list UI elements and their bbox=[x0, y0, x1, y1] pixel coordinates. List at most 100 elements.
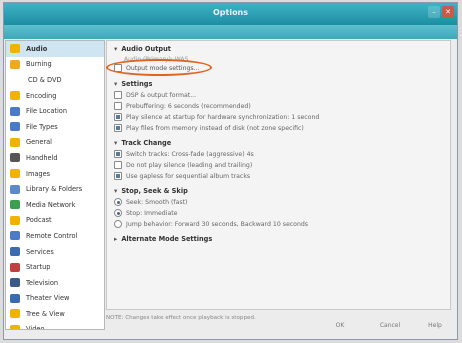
sidebar-item-label: File Location bbox=[26, 107, 68, 116]
section-track-change-label: Track Change bbox=[121, 139, 172, 147]
output-mode-settings-label: Output mode settings... bbox=[126, 64, 200, 72]
option-radio[interactable] bbox=[114, 220, 122, 228]
section-alternate-mode[interactable]: ▸ Alternate Mode Settings bbox=[114, 235, 212, 243]
option-checkbox[interactable] bbox=[114, 102, 122, 110]
startup-icon bbox=[10, 262, 20, 272]
collapse-triangle-icon: ▾ bbox=[114, 45, 118, 53]
option-checkbox[interactable] bbox=[114, 124, 122, 132]
title-bar[interactable]: Options – ✕ bbox=[4, 3, 457, 25]
option-radio[interactable] bbox=[114, 198, 122, 206]
sidebar-item-label: Theater View bbox=[26, 294, 70, 303]
expand-triangle-icon: ▸ bbox=[114, 235, 118, 243]
option-checkbox[interactable] bbox=[114, 172, 122, 180]
option-row[interactable]: Use gapless for sequential album tracks bbox=[114, 172, 250, 180]
option-row[interactable]: Switch tracks: Cross-fade (aggressive) 4… bbox=[114, 150, 254, 158]
sidebar-item-services[interactable]: Services bbox=[6, 244, 104, 260]
sidebar-item-video[interactable]: Video bbox=[6, 322, 104, 329]
sidebar-item-label: Encoding bbox=[26, 91, 57, 100]
sidebar-item-label: Images bbox=[26, 169, 51, 178]
sidebar-item-label: File Types bbox=[26, 122, 58, 131]
collapse-triangle-icon: ▾ bbox=[114, 139, 118, 147]
option-checkbox[interactable] bbox=[114, 91, 122, 99]
option-radio[interactable] bbox=[114, 209, 122, 217]
sidebar-item-images[interactable]: Images bbox=[6, 166, 104, 182]
sidebar-item-remote-control[interactable]: Remote Control bbox=[6, 228, 104, 244]
sidebar-item-label: Startup bbox=[26, 263, 51, 272]
sidebar-item-media-network[interactable]: Media Network bbox=[6, 197, 104, 213]
television-icon bbox=[10, 278, 20, 288]
option-label: Stop: Immediate bbox=[126, 209, 178, 217]
sidebar-item-handheld[interactable]: Handheld bbox=[6, 150, 104, 166]
options-subbar bbox=[4, 25, 457, 39]
sidebar-item-audio[interactable]: Audio bbox=[6, 41, 104, 57]
option-row[interactable]: Play files from memory instead of disk (… bbox=[114, 124, 304, 132]
sidebar-item-label: Podcast bbox=[26, 216, 52, 225]
close-icon[interactable]: ✕ bbox=[442, 6, 454, 18]
option-checkbox[interactable] bbox=[114, 150, 122, 158]
video-icon bbox=[10, 324, 20, 329]
images-icon bbox=[10, 169, 20, 179]
sidebar-item-cd-dvd[interactable]: CD & DVD bbox=[6, 72, 104, 88]
window-title: Options bbox=[212, 8, 249, 17]
general-icon bbox=[10, 137, 20, 147]
sidebar-item-label: Services bbox=[26, 247, 54, 256]
option-row[interactable]: Seek: Smooth (fast) bbox=[114, 198, 187, 206]
option-checkbox[interactable] bbox=[114, 113, 122, 121]
section-audio-output-label: Audio Output bbox=[121, 45, 171, 53]
sidebar-item-label: Library & Folders bbox=[26, 185, 83, 194]
option-row[interactable]: Do not play silence (leading and trailin… bbox=[114, 161, 252, 169]
cancel-button[interactable]: Cancel bbox=[375, 320, 405, 332]
sidebar-item-label: Tree & View bbox=[26, 309, 65, 318]
media-network-icon bbox=[10, 200, 20, 210]
section-audio-output[interactable]: ▾ Audio Output bbox=[114, 45, 171, 53]
sidebar-item-burning[interactable]: Burning bbox=[6, 57, 104, 73]
option-row[interactable]: Stop: Immediate bbox=[114, 209, 177, 217]
sidebar-item-label: Television bbox=[26, 278, 59, 287]
sidebar-item-startup[interactable]: Startup bbox=[6, 259, 104, 275]
option-row[interactable]: Jump behavior: Forward 30 seconds, Backw… bbox=[114, 220, 308, 228]
ok-button[interactable]: OK bbox=[330, 320, 350, 332]
options-category-list[interactable]: Audio Burning CD & DVD Encoding File Locatio… bbox=[5, 40, 105, 330]
sidebar-item-label: Media Network bbox=[26, 200, 76, 209]
section-settings-label: Settings bbox=[121, 80, 153, 88]
library-folders-icon bbox=[10, 184, 20, 194]
help-button[interactable]: Help bbox=[425, 320, 445, 332]
minimize-icon[interactable]: – bbox=[428, 6, 440, 18]
sidebar-item-label: General bbox=[26, 138, 52, 147]
option-label: DSP & output format... bbox=[126, 91, 197, 99]
sidebar-item-file-location[interactable]: File Location bbox=[6, 103, 104, 119]
option-label: Use gapless for sequential album tracks bbox=[126, 172, 251, 180]
sidebar-item-encoding[interactable]: Encoding bbox=[6, 88, 104, 104]
sidebar-item-file-types[interactable]: File Types bbox=[6, 119, 104, 135]
option-row[interactable]: Play silence at startup for hardware syn… bbox=[114, 113, 319, 121]
sidebar-item-label: Audio bbox=[26, 44, 48, 53]
option-row[interactable]: Prebuffering: 6 seconds (recommended) bbox=[114, 102, 251, 110]
burning-icon bbox=[10, 59, 20, 69]
tree-view-icon bbox=[10, 309, 20, 319]
audio-device-label: Audio (Primary): WAS bbox=[124, 56, 189, 63]
sidebar-item-label: Remote Control bbox=[26, 231, 78, 240]
section-track-change[interactable]: ▾ Track Change bbox=[114, 139, 171, 147]
window-controls: – ✕ bbox=[428, 6, 454, 18]
option-checkbox[interactable] bbox=[114, 161, 122, 169]
sidebar-item-label: Burning bbox=[26, 60, 52, 69]
output-mode-checkbox[interactable] bbox=[114, 64, 122, 72]
section-alternate-mode-label: Alternate Mode Settings bbox=[121, 235, 213, 243]
podcast-icon bbox=[10, 215, 20, 225]
remote-control-icon bbox=[10, 231, 20, 241]
section-stop-seek-skip[interactable]: ▾ Stop, Seek & Skip bbox=[114, 187, 188, 195]
option-row[interactable]: DSP & output format... bbox=[114, 91, 196, 99]
output-mode-settings-row[interactable]: Output mode settings... bbox=[114, 64, 200, 72]
file-types-icon bbox=[10, 122, 20, 132]
sidebar-item-tree-view[interactable]: Tree & View bbox=[6, 306, 104, 322]
sidebar-item-general[interactable]: General bbox=[6, 135, 104, 151]
option-label: Play silence at startup for hardware syn… bbox=[126, 113, 320, 121]
services-icon bbox=[10, 247, 20, 257]
sidebar-item-theater-view[interactable]: Theater View bbox=[6, 291, 104, 307]
sidebar-item-television[interactable]: Television bbox=[6, 275, 104, 291]
sidebar-item-library-folders[interactable]: Library & Folders bbox=[6, 181, 104, 197]
section-settings[interactable]: ▾ Settings bbox=[114, 80, 152, 88]
collapse-triangle-icon: ▾ bbox=[114, 187, 118, 195]
option-label: Play files from memory instead of disk (… bbox=[126, 124, 304, 132]
sidebar-item-podcast[interactable]: Podcast bbox=[6, 213, 104, 229]
